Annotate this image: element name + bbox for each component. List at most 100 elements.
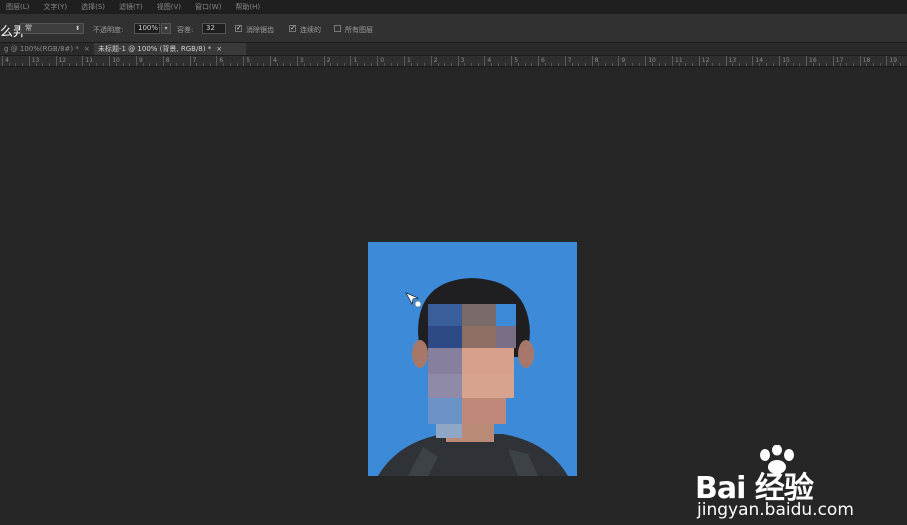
ruler-minor-tick <box>732 63 733 66</box>
mosaic-tile <box>428 348 462 374</box>
ruler-minor-tick <box>304 63 305 66</box>
ruler-minor-tick <box>786 63 787 66</box>
canvas-area[interactable]: Bai 经验 jingyan.baidu.com <box>0 67 907 476</box>
ruler-minor-tick <box>263 63 264 66</box>
ruler-major-tick <box>270 56 271 66</box>
ear-right <box>518 340 534 368</box>
ruler-minor-tick <box>384 63 385 66</box>
mosaic-tile <box>462 304 496 326</box>
ruler-major-tick <box>190 56 191 66</box>
ruler-major-tick <box>2 56 3 66</box>
opacity-label: 不透明度: <box>93 25 123 35</box>
ruler-minor-tick <box>598 63 599 66</box>
ruler-major-tick <box>324 56 325 66</box>
ruler-minor-tick <box>237 63 238 66</box>
ruler-minor-tick <box>659 63 660 66</box>
menu-view[interactable]: 视图(V) <box>157 2 181 12</box>
ruler-major-tick <box>833 56 834 66</box>
ruler-minor-tick <box>679 63 680 66</box>
ruler-minor-tick <box>558 63 559 66</box>
ruler-minor-tick <box>900 63 901 66</box>
menu-select[interactable]: 选择(S) <box>81 2 105 12</box>
ruler-major-tick <box>163 56 164 66</box>
ruler-minor-tick <box>277 63 278 66</box>
all-layers-checkbox[interactable] <box>334 25 341 32</box>
mosaic-tile <box>428 374 462 398</box>
all-layers-label: 所有图层 <box>345 25 373 35</box>
ruler-minor-tick <box>819 63 820 66</box>
ruler-minor-tick <box>464 63 465 66</box>
tolerance-input[interactable]: 32 <box>202 23 226 34</box>
ruler-minor-tick <box>746 63 747 66</box>
mode-select[interactable]: 常 ⬍ <box>20 23 84 34</box>
mosaic-tile <box>428 326 462 348</box>
ruler-major-tick <box>404 56 405 66</box>
ruler-minor-tick <box>49 63 50 66</box>
horizontal-ruler[interactable]: 4131211109876543210123456789101112131415… <box>0 56 907 67</box>
ear-left <box>412 340 428 368</box>
ruler-major-tick <box>29 56 30 66</box>
ruler-minor-tick <box>364 63 365 66</box>
ruler-minor-tick <box>572 63 573 66</box>
tab-label: 未标题-1 @ 100% (背景, RGB/8) * <box>98 45 211 53</box>
ruler-minor-tick <box>773 63 774 66</box>
ruler-minor-tick <box>397 63 398 66</box>
ruler-minor-tick <box>411 63 412 66</box>
tab-label: g @ 100%(RGB/8#) * <box>4 45 79 53</box>
menu-help[interactable]: 帮助(H) <box>235 2 260 12</box>
ruler-minor-tick <box>424 63 425 66</box>
ruler-minor-tick <box>625 63 626 66</box>
ruler-minor-tick <box>478 63 479 66</box>
ruler-minor-tick <box>317 63 318 66</box>
ruler-minor-tick <box>183 63 184 66</box>
ruler-major-tick <box>538 56 539 66</box>
mosaic-tile <box>436 424 462 438</box>
menu-layer[interactable]: 图层(L) <box>6 2 29 12</box>
baidu-jingyan-watermark: Bai 经验 jingyan.baidu.com <box>695 445 905 525</box>
id-photo-image[interactable] <box>368 242 577 476</box>
mosaic-tile <box>462 374 514 398</box>
ruler-minor-tick <box>853 63 854 66</box>
ruler-minor-tick <box>438 63 439 66</box>
menu-filter[interactable]: 滤镜(T) <box>119 2 143 12</box>
ruler-major-tick <box>592 56 593 66</box>
mosaic-tile <box>496 304 516 326</box>
ruler-minor-tick <box>759 63 760 66</box>
menu-window[interactable]: 窗口(W) <box>195 2 221 12</box>
anti-alias-checkbox[interactable]: ✓ <box>235 25 242 32</box>
ruler-minor-tick <box>9 63 10 66</box>
ruler-minor-tick <box>196 63 197 66</box>
close-icon[interactable]: × <box>84 45 90 53</box>
ruler-minor-tick <box>96 63 97 66</box>
ruler-minor-tick <box>531 63 532 66</box>
ruler-major-tick <box>511 56 512 66</box>
contiguous-checkbox[interactable]: ✓ <box>289 25 296 32</box>
ruler-major-tick <box>779 56 780 66</box>
tab-document-1[interactable]: g @ 100%(RGB/8#) * × <box>0 43 92 55</box>
ruler-minor-tick <box>143 63 144 66</box>
mosaic-tile <box>462 398 506 424</box>
ruler-minor-tick <box>551 63 552 66</box>
opacity-dropdown[interactable]: ▾ <box>161 23 171 34</box>
ruler-minor-tick <box>15 63 16 66</box>
tab-document-2[interactable]: 未标题-1 @ 100% (背景, RGB/8) * × <box>94 43 246 55</box>
ruler-minor-tick <box>471 63 472 66</box>
ruler-minor-tick <box>739 63 740 66</box>
menu-type[interactable]: 文字(Y) <box>43 2 67 12</box>
ruler-minor-tick <box>846 63 847 66</box>
ruler-minor-tick <box>632 63 633 66</box>
ruler-minor-tick <box>22 63 23 66</box>
ruler-minor-tick <box>36 63 37 66</box>
ruler-major-tick <box>216 56 217 66</box>
ruler-minor-tick <box>712 63 713 66</box>
ruler-minor-tick <box>799 63 800 66</box>
contiguous-label: 连续的 <box>300 25 321 35</box>
ruler-minor-tick <box>491 63 492 66</box>
ruler-minor-tick <box>545 63 546 66</box>
opacity-input[interactable]: 100% <box>134 23 160 34</box>
close-icon[interactable]: × <box>216 45 222 53</box>
ruler-major-tick <box>699 56 700 66</box>
chevron-down-icon: ⬍ <box>75 24 80 33</box>
ruler-minor-tick <box>250 63 251 66</box>
ruler-minor-tick <box>417 63 418 66</box>
